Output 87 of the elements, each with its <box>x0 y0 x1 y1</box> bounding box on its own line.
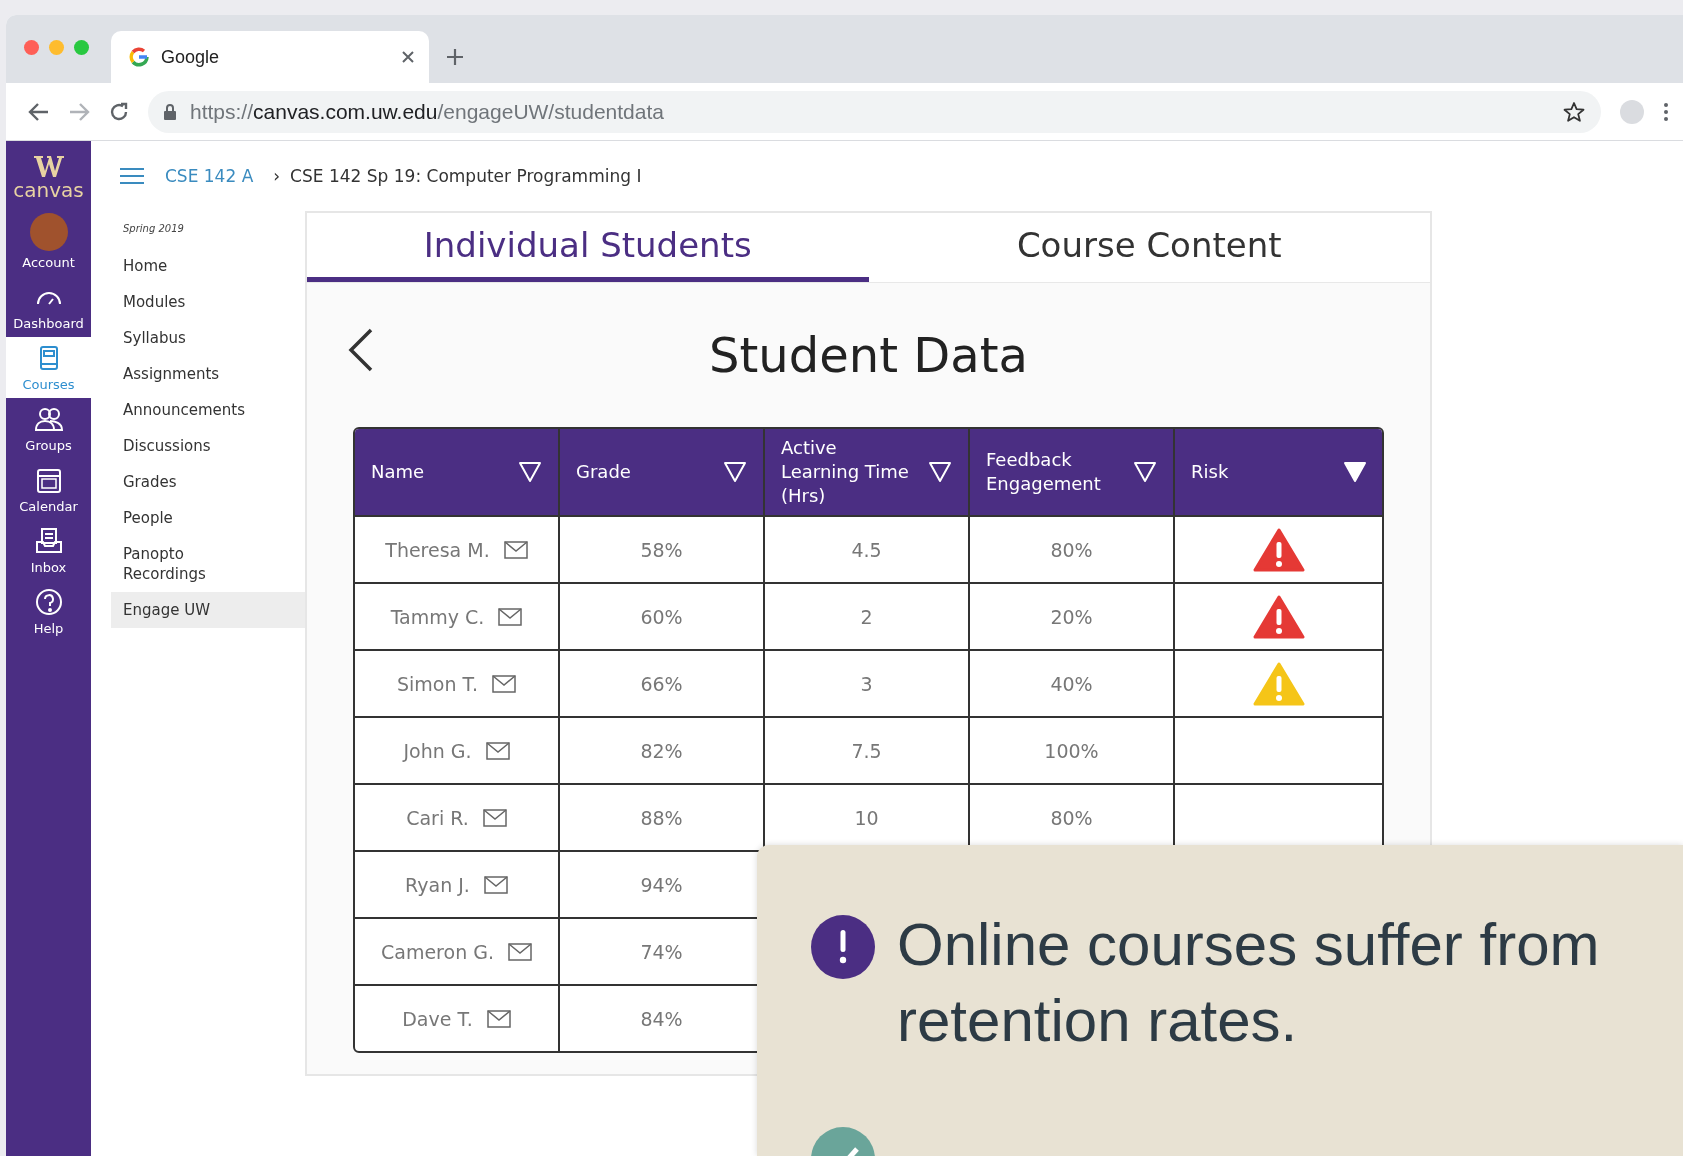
table-cell: 94% <box>640 873 683 896</box>
table-cell: 80% <box>1050 806 1093 829</box>
course-nav-link[interactable]: Panopto Recordings <box>111 536 225 592</box>
table-cell: 2 <box>860 605 873 628</box>
tab-title: Google <box>161 46 221 68</box>
global-nav-item[interactable]: Courses <box>6 337 91 398</box>
column-header[interactable]: Grade <box>560 429 765 515</box>
table-cell: Cari R. <box>406 806 469 829</box>
table-cell: 74% <box>640 940 683 963</box>
back-button[interactable] <box>28 101 50 122</box>
course-nav-link[interactable]: People <box>111 500 305 536</box>
envelope-icon[interactable] <box>486 1009 511 1028</box>
page-title: Student Data <box>709 327 1028 383</box>
table-cell: 66% <box>640 672 683 695</box>
lock-icon <box>164 103 176 120</box>
term-label: Spring 2019 <box>122 222 185 236</box>
filter-icon[interactable] <box>1133 461 1157 483</box>
star-icon[interactable] <box>1563 100 1585 123</box>
course-nav-link[interactable]: Syllabus <box>111 320 305 356</box>
course-nav-link[interactable]: Assignments <box>111 356 305 392</box>
filter-icon[interactable] <box>723 461 747 483</box>
table-cell: Ryan J. <box>405 873 470 896</box>
table-cell: 40% <box>1050 672 1093 695</box>
table-cell: 4.5 <box>851 538 882 561</box>
global-nav-item[interactable]: Calendar <box>6 459 91 520</box>
table-cell: 82% <box>640 739 683 762</box>
table-cell: 88% <box>640 806 683 829</box>
table-cell: 3 <box>860 672 873 695</box>
w-logo-icon <box>32 153 65 179</box>
avatar-icon <box>29 213 68 251</box>
hamburger-menu-icon[interactable] <box>119 167 145 185</box>
envelope-icon[interactable] <box>508 942 532 961</box>
envelope-icon[interactable] <box>498 607 523 626</box>
table-cell: Dave T. <box>402 1007 473 1030</box>
table-cell: Theresa M. <box>385 538 490 561</box>
canvas-logo-text: canvas <box>13 179 84 201</box>
tab[interactable]: Individual Students <box>307 213 869 282</box>
table-cell: 100% <box>1044 739 1099 762</box>
global-nav-item[interactable]: Dashboard <box>6 276 91 337</box>
breadcrumb-separator: › <box>273 166 281 186</box>
global-nav-item[interactable]: Groups <box>6 398 91 459</box>
table-cell: Simon T. <box>397 672 478 695</box>
browser-tab[interactable]: Google <box>111 31 429 83</box>
envelope-icon[interactable] <box>483 875 508 894</box>
table-cell: Cameron G. <box>381 940 494 963</box>
envelope-icon[interactable] <box>485 741 510 760</box>
global-nav-item[interactable]: Inbox <box>6 520 91 581</box>
global-nav-item[interactable]: Account <box>6 207 91 276</box>
back-chevron-icon[interactable] <box>347 327 375 373</box>
help-icon <box>33 587 64 617</box>
inbox-icon <box>33 526 64 556</box>
table-cell: John G. <box>403 739 472 762</box>
global-nav-item[interactable]: Help <box>6 581 91 642</box>
filter-icon[interactable] <box>928 461 952 483</box>
reload-button[interactable] <box>108 100 130 123</box>
new-tab-button[interactable] <box>445 47 465 67</box>
menu-icon[interactable] <box>1663 101 1669 122</box>
table-cell: 84% <box>640 1007 683 1030</box>
envelope-icon[interactable] <box>482 808 507 827</box>
tab[interactable]: Course Content <box>868 213 1430 282</box>
breadcrumb-current: CSE 142 Sp 19: Computer Programming I <box>290 166 642 186</box>
filter-icon[interactable] <box>1343 461 1367 483</box>
table-cell: 60% <box>640 605 683 628</box>
column-header[interactable]: Active Learning Time (Hrs) <box>765 429 970 515</box>
column-header[interactable]: Risk <box>1175 429 1382 515</box>
table-cell: 80% <box>1050 538 1093 561</box>
course-nav-link[interactable]: Announcements <box>111 392 305 428</box>
table-cell: Tammy C. <box>390 605 485 628</box>
column-header[interactable]: Feedback Engagement <box>970 429 1175 515</box>
table-cell: 20% <box>1050 605 1093 628</box>
google-logo-icon <box>129 47 149 67</box>
breadcrumb-link[interactable]: CSE 142 A <box>165 166 254 186</box>
address-bar[interactable]: https://canvas.com.uw.edu/engageUW/studentdata <box>148 90 1601 133</box>
table-cell: 7.5 <box>851 739 882 762</box>
envelope-icon[interactable] <box>491 674 516 693</box>
table-cell: 58% <box>640 538 683 561</box>
course-nav-link[interactable]: Modules <box>111 284 305 320</box>
course-nav-link[interactable]: Engage UW <box>111 592 305 628</box>
filter-icon[interactable] <box>518 461 542 483</box>
envelope-icon[interactable] <box>503 540 528 559</box>
callout-text: Online courses suffer from retention rates. <box>897 910 1601 1056</box>
table-cell: 10 <box>854 806 879 829</box>
course-nav-link[interactable]: Home <box>111 248 305 284</box>
close-tab-button[interactable] <box>401 50 415 64</box>
course-nav-link[interactable]: Grades <box>111 464 305 500</box>
column-header[interactable]: Name <box>355 429 560 515</box>
course-nav-link[interactable]: Discussions <box>111 428 305 464</box>
